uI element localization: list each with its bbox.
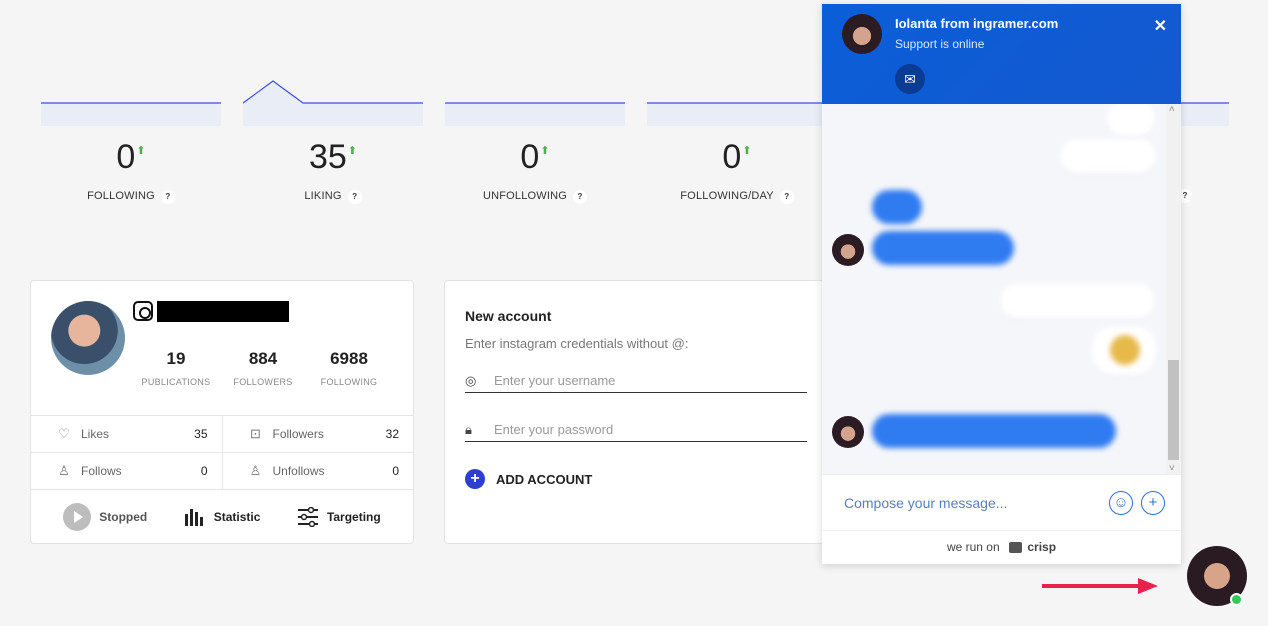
trend-up-icon: ⬆	[742, 145, 752, 157]
sliders-icon	[297, 507, 318, 527]
sparkline-following-per-day	[647, 102, 827, 126]
compose-input[interactable]	[844, 494, 1101, 511]
password-input[interactable]	[494, 422, 794, 437]
emoji-icon	[1110, 335, 1140, 365]
stat-label: LIKING?	[243, 190, 423, 204]
online-status-dot	[1230, 593, 1243, 606]
close-icon[interactable]: ✕	[1154, 16, 1167, 36]
scroll-up-icon[interactable]: ˄	[1169, 104, 1175, 115]
stat-following-per-day: 0⬆ FOLLOWING/DAY?	[647, 80, 827, 220]
redacted-username	[157, 301, 289, 322]
operator-mini-avatar	[832, 234, 864, 266]
stopped-button[interactable]: Stopped	[63, 503, 147, 531]
avatar	[51, 301, 125, 375]
chat-header: Iolanta from ingramer.com Support is onl…	[822, 4, 1181, 104]
sparkline-following	[41, 102, 221, 126]
message-bubble-blurred	[872, 190, 922, 224]
unfollows-metric: ♙ Unfollows 0	[221, 453, 414, 489]
instagram-icon: ◎	[465, 372, 477, 388]
new-account-subtitle: Enter instagram credentials without @:	[465, 336, 689, 351]
stat-label: FOLLOWING?	[41, 190, 221, 204]
followers-metric: ⊡ Followers 32	[221, 416, 414, 452]
crisp-logo-icon	[1009, 542, 1022, 554]
chat-compose: ☺ +	[822, 474, 1181, 530]
chat-messages: ˄ ˅	[822, 104, 1181, 474]
chat-footer: we run on crisp	[822, 530, 1181, 564]
trend-up-icon: ⬆	[540, 145, 550, 157]
username-field: ◎	[465, 369, 807, 393]
new-account-card: New account Enter instagram credentials …	[444, 280, 844, 544]
message-bubble-blurred	[1060, 139, 1156, 173]
statistic-button[interactable]: Statistic	[184, 508, 260, 526]
pointer-arrow-icon	[1042, 578, 1158, 594]
profile-metrics-grid: ♡ Likes 35 ⊡ Followers 32 ♙ Follows 0 ♙ …	[31, 415, 413, 490]
followers-stat: 884 FOLLOWERS	[233, 349, 293, 387]
stat-label: UNFOLLOWING?	[445, 190, 625, 204]
message-emoji-blurred	[1092, 327, 1156, 375]
instagram-icon	[133, 301, 153, 321]
message-bubble-blurred	[1000, 284, 1155, 318]
operator-status: Support is online	[895, 37, 985, 51]
heart-icon: ♡	[58, 426, 70, 441]
scroll-down-icon[interactable]: ˅	[1169, 463, 1175, 474]
sparkline-hidden	[1181, 102, 1229, 126]
message-bubble-blurred	[872, 231, 1014, 265]
operator-name: Iolanta from ingramer.com	[895, 16, 1059, 31]
profile-card: 19 PUBLICATIONS 884 FOLLOWERS 6988 FOLLO…	[30, 280, 414, 544]
follows-metric: ♙ Follows 0	[58, 463, 208, 478]
stat-unfollowing: 0⬆ UNFOLLOWING?	[445, 80, 625, 220]
plus-icon: +	[465, 469, 485, 489]
stat-label: FOLLOWING/DAY?	[647, 190, 827, 204]
play-icon	[63, 503, 92, 531]
help-icon[interactable]: ?	[347, 190, 362, 204]
user-remove-icon: ♙	[249, 463, 262, 478]
chat-widget: Iolanta from ingramer.com Support is onl…	[822, 4, 1181, 564]
email-icon[interactable]: ✉	[895, 64, 925, 94]
stat-following: 0⬆ FOLLOWING?	[41, 80, 221, 220]
operator-mini-avatar	[832, 416, 864, 448]
message-bubble-blurred	[1107, 104, 1155, 136]
sparkline-liking	[243, 80, 423, 126]
message-meta-blurred	[1100, 378, 1148, 394]
bar-chart-icon	[184, 509, 203, 526]
stat-value: 0⬆	[116, 138, 146, 176]
chat-scrollbar[interactable]: ˄ ˅	[1166, 104, 1181, 474]
trend-up-icon: ⬆	[136, 145, 146, 157]
username-input[interactable]	[494, 373, 794, 388]
add-account-button[interactable]: + ADD ACCOUNT	[465, 469, 592, 489]
publications-stat: 19 PUBLICATIONS	[141, 349, 211, 387]
sparkline-unfollowing	[445, 102, 625, 126]
targeting-button[interactable]: Targeting	[297, 507, 381, 527]
message-bubble-blurred	[872, 414, 1116, 448]
trend-up-icon: ⬆	[347, 145, 358, 157]
user-badge-icon: ⊡	[250, 426, 261, 441]
password-field: 🔒︎	[465, 418, 807, 442]
help-icon[interactable]: ?	[160, 190, 175, 204]
lock-icon: 🔒︎	[465, 421, 472, 437]
stat-liking: 35⬆ LIKING?	[243, 80, 423, 220]
stat-value: 0⬆	[520, 138, 550, 176]
emoji-picker-icon[interactable]: ☺	[1109, 490, 1133, 515]
crisp-brand[interactable]: crisp	[1027, 540, 1056, 554]
user-add-icon: ♙	[58, 463, 70, 478]
stat-value: 35⬆	[308, 138, 358, 176]
operator-avatar	[842, 14, 882, 54]
help-icon[interactable]: ?	[573, 190, 588, 204]
attach-plus-icon[interactable]: +	[1141, 490, 1165, 515]
likes-metric: ♡ Likes 35	[58, 426, 208, 441]
scrollbar-thumb[interactable]	[1168, 360, 1179, 460]
following-stat: 6988 FOLLOWING	[320, 349, 378, 387]
stat-value: 0⬆	[722, 138, 752, 176]
profile-actions: Stopped Statistic Targeting	[31, 491, 413, 543]
new-account-title: New account	[465, 308, 552, 324]
chat-launcher-avatar[interactable]	[1187, 546, 1247, 606]
help-icon[interactable]: ?	[779, 190, 794, 204]
